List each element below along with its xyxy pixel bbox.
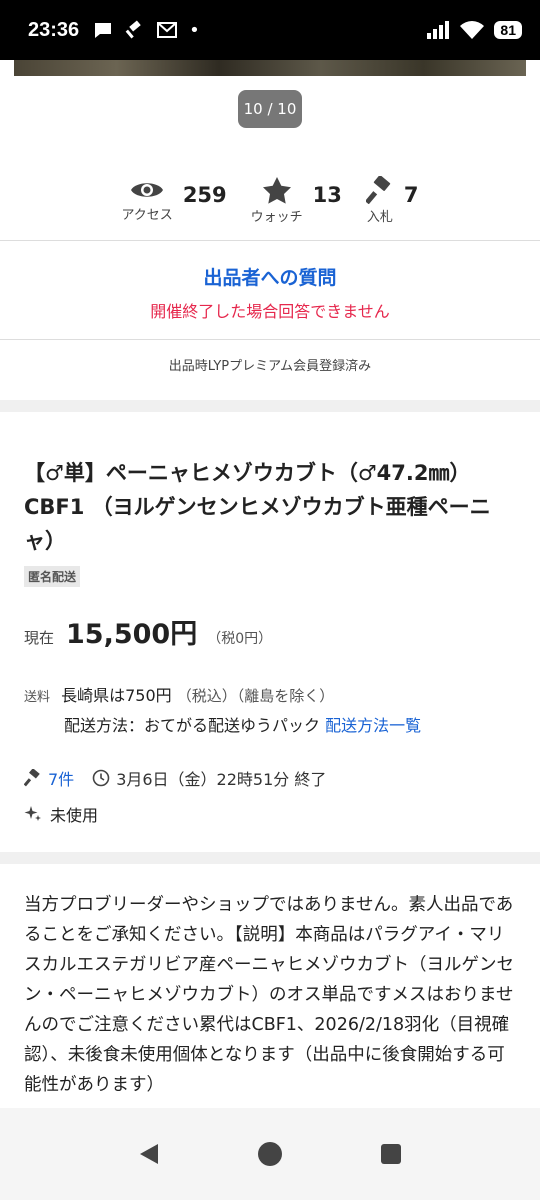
- system-nav-bar: [0, 1108, 540, 1200]
- gavel-icon: [365, 175, 391, 204]
- notification-icons: •: [93, 20, 200, 41]
- wifi-icon: [460, 21, 485, 39]
- section-gap: [0, 852, 540, 864]
- dot-icon: •: [189, 19, 200, 41]
- section-gap: [0, 400, 540, 412]
- stat-label: アクセス: [121, 207, 173, 223]
- shipping-fee: 長崎県は750円: [61, 686, 172, 705]
- stat-value: 7: [403, 183, 419, 207]
- stat-access: アクセス 259: [121, 160, 227, 240]
- shipping-method: 配送方法：おてがる配送ゆうパック: [64, 716, 321, 735]
- end-time: 3月6日（金）22時51分 終了: [116, 770, 327, 789]
- stat-bids: 入札 7: [365, 160, 419, 240]
- signal-icon: [427, 21, 450, 39]
- question-closed-warning: 開催終了した場合回答できません: [150, 302, 390, 321]
- status-bar: 23:36 • 81: [0, 0, 540, 60]
- stats-row: アクセス 259 ウォッチ 13 入札 7: [0, 160, 540, 240]
- stat-value: 13: [312, 183, 342, 207]
- price-tax: （税0円）: [207, 631, 273, 647]
- gallery-pager: 10 / 10: [238, 90, 302, 128]
- gavel-small-icon: [24, 769, 40, 787]
- gavel-notify-icon: [125, 20, 141, 39]
- auction-meta: 7件 3月6日（金）22時51分 終了: [24, 766, 326, 790]
- stat-value: 259: [182, 183, 227, 207]
- anonymous-shipping-badge: 匿名配送: [24, 566, 81, 587]
- home-icon[interactable]: [257, 1141, 283, 1167]
- sparkle-icon: [24, 806, 41, 821]
- product-photo[interactable]: [14, 60, 526, 76]
- battery-indicator: 81: [494, 21, 522, 39]
- premium-note: 出品時LYPプレミアム会員登録済み: [168, 359, 372, 374]
- status-time: 23:36: [28, 18, 80, 41]
- current-price: 15,500円: [66, 619, 198, 650]
- seller-question-section: 出品者への質問 開催終了した場合回答できません: [0, 241, 540, 339]
- item-description: 当方プロブリーダーやショップではありません。素人出品であることをご承知ください。…: [24, 890, 520, 1108]
- shipping-tax-note: （税込）（離島を除く）: [176, 687, 335, 705]
- eye-icon: [131, 182, 164, 197]
- recents-icon[interactable]: [380, 1143, 402, 1165]
- item-condition: 未使用: [50, 806, 99, 825]
- price-row: 現在 15,500円 （税0円）: [24, 612, 272, 651]
- price-label: 現在: [24, 629, 55, 647]
- shipping-methods-link[interactable]: 配送方法一覧: [325, 716, 421, 735]
- back-icon[interactable]: [138, 1142, 160, 1166]
- ask-seller-link[interactable]: 出品者への質問: [0, 263, 540, 290]
- bid-count-link[interactable]: 7件: [48, 766, 74, 790]
- chat-icon: [95, 23, 112, 38]
- clock-icon: [92, 769, 110, 787]
- shipping-label: 送料: [24, 690, 51, 705]
- stat-label: ウォッチ: [250, 209, 303, 225]
- condition-row: 未使用: [24, 802, 98, 826]
- star-icon: [262, 176, 291, 204]
- stat-label: 入札: [366, 209, 393, 225]
- description-text: 当方プロブリーダーやショップではありません。素人出品であることをご承知ください。…: [24, 895, 514, 1095]
- mail-icon: [157, 22, 178, 38]
- shipping-info: 送料 長崎県は750円 （税込）（離島を除く） 配送方法：おてがる配送ゆうパック…: [24, 682, 524, 740]
- item-title: 【♂単】ペーニャヒメゾウカブト（♂47.2㎜）CBF1 （ヨルゲンセンヒメゾウカ…: [24, 461, 491, 553]
- stat-watch[interactable]: ウォッチ 13: [251, 160, 342, 240]
